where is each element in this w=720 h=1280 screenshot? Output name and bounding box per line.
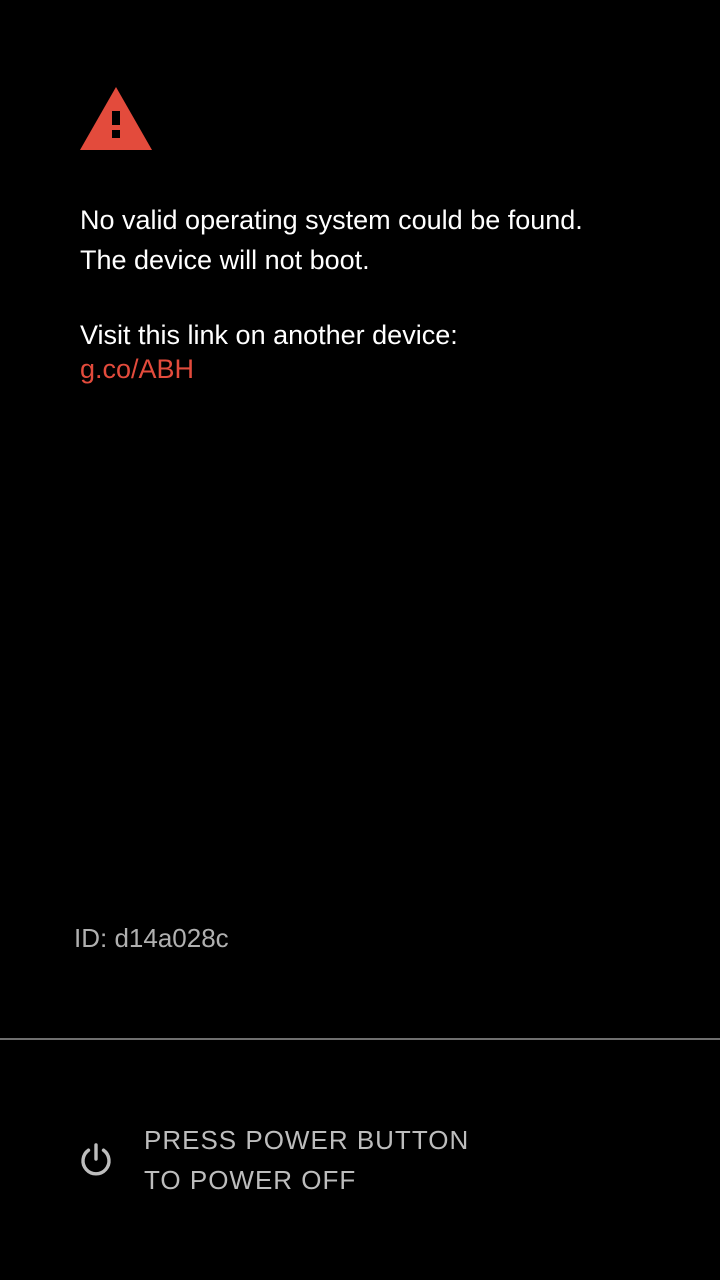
power-off-section: PRESS POWER BUTTON TO POWER OFF (0, 1040, 720, 1280)
warning-icon (80, 87, 152, 150)
device-id: ID: d14a028c (74, 923, 229, 953)
power-icon (78, 1142, 114, 1178)
help-link-label: Visit this link on another device: (80, 320, 458, 350)
error-message: No valid operating system could be found… (80, 200, 680, 280)
power-instruction-line-1: PRESS POWER BUTTON (144, 1125, 470, 1155)
error-message-line-2: The device will not boot. (80, 245, 370, 275)
help-link-section: Visit this link on another device: g.co/… (80, 318, 680, 386)
power-instruction-line-2: TO POWER OFF (144, 1165, 357, 1195)
error-message-line-1: No valid operating system could be found… (80, 205, 583, 235)
power-instruction: PRESS POWER BUTTON TO POWER OFF (144, 1120, 469, 1200)
help-link[interactable]: g.co/ABH (80, 352, 194, 386)
